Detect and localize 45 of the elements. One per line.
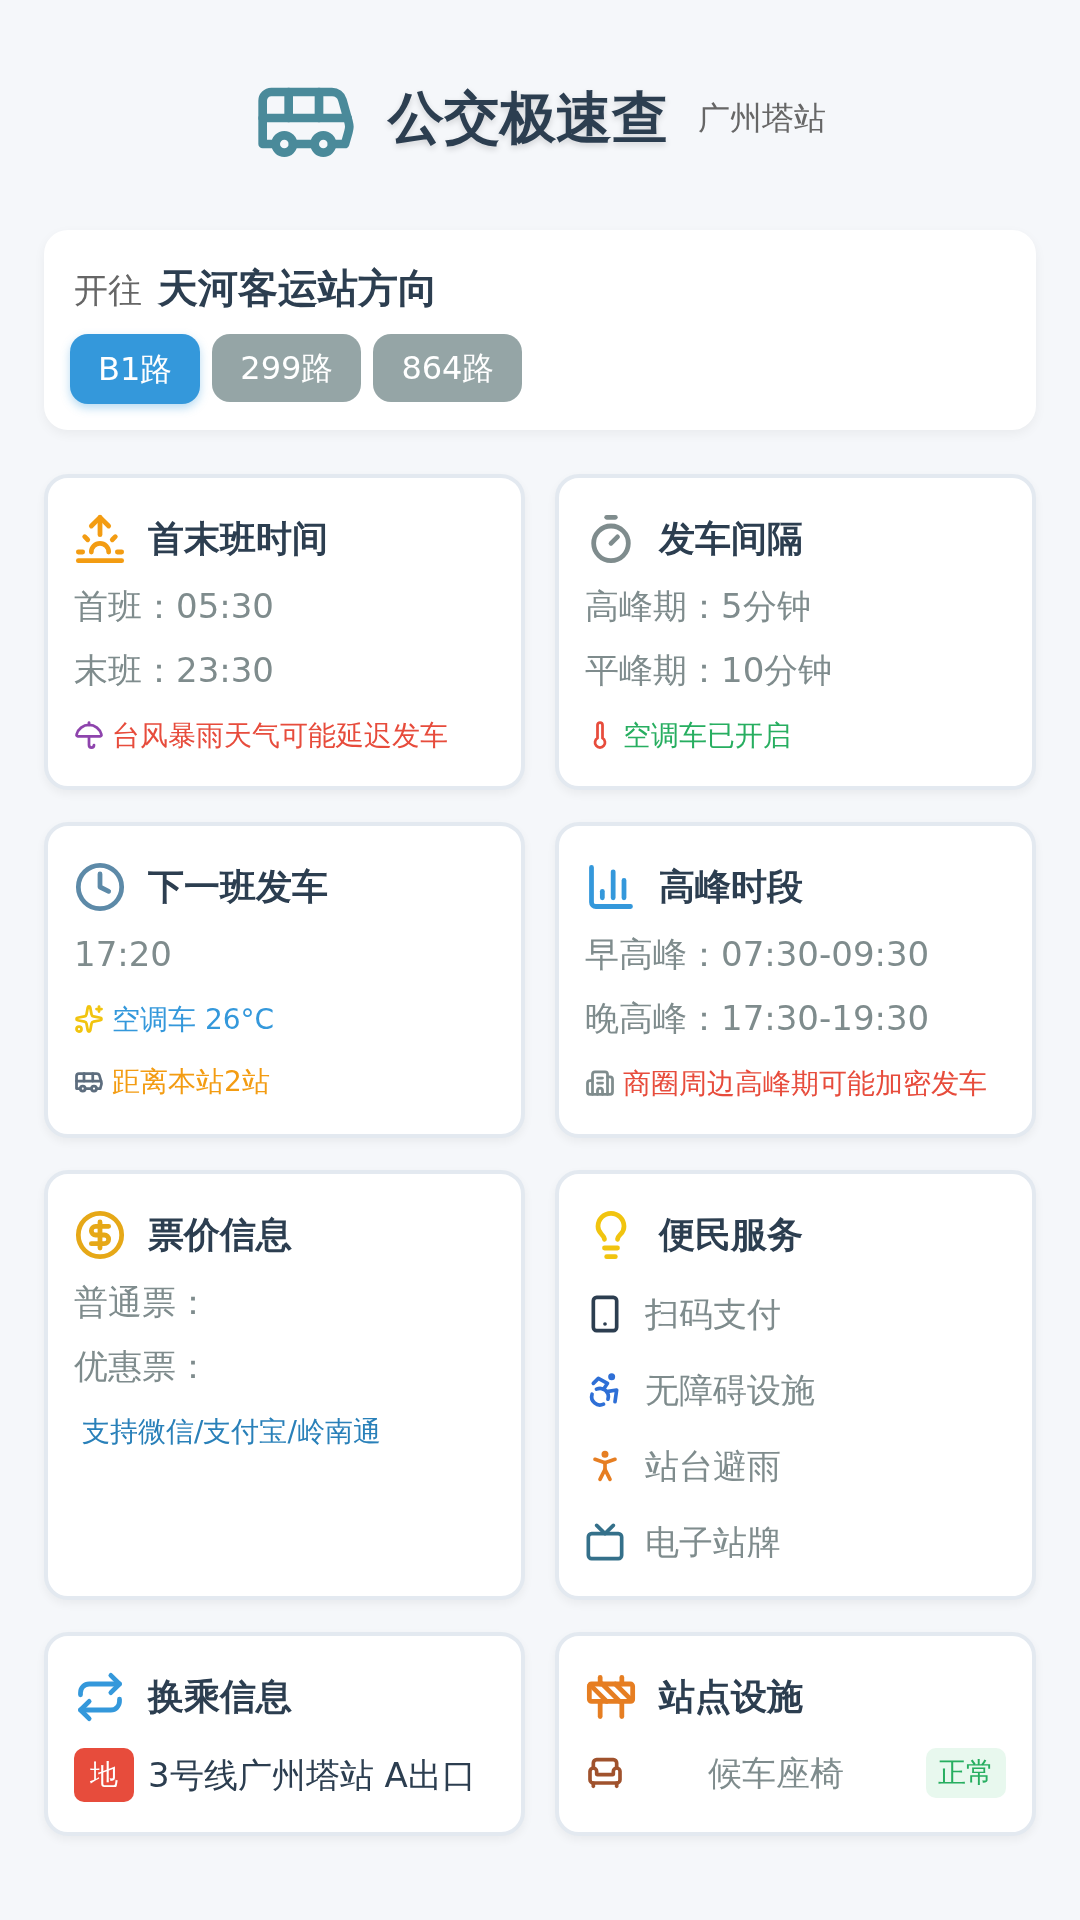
building-icon [585,1068,615,1098]
info-line: 优惠票： [74,1345,211,1388]
note-text: 台风暴雨天气可能延迟发车 [112,718,448,754]
info-line: 末班：23:30 [74,649,275,692]
facility-name: 候车座椅 [706,1752,845,1795]
card-title: 高峰时段 [659,865,803,909]
status-badge: 正常 [926,1748,1006,1798]
direction-prefix: 开往 [74,269,142,312]
note-text: 支持微信/支付宝/岭南通 [82,1414,381,1450]
clock-icon [74,861,126,913]
money-icon [74,1209,126,1261]
info-line: 普通票： [74,1281,211,1324]
info-line: 首班：05:30 [74,585,275,628]
umbrella-icon [74,720,104,750]
info-line: 早高峰：07:30-09:30 [585,933,931,976]
card-title: 便民服务 [659,1213,803,1257]
route-tab[interactable]: 864路 [373,334,523,402]
info-line: 晚高峰：17:30-19:30 [585,997,931,1040]
card-title: 发车间隔 [659,517,803,561]
note-text: 距离本站2站 [112,1064,270,1100]
card-title: 票价信息 [148,1213,292,1257]
tv-icon [585,1522,625,1562]
service-item: 无障碍设施 [645,1369,815,1412]
sparkles-icon [74,1004,104,1034]
info-line: 高峰期：5分钟 [585,585,812,628]
sunrise-icon [74,513,126,565]
metro-badge: 地 [74,1748,134,1802]
route-tab[interactable]: 299路 [212,334,362,402]
transfer-text: 3号线广州塔站 A出口 [148,1754,476,1797]
service-item: 扫码支付 [645,1293,781,1336]
service-item: 电子站牌 [645,1521,781,1564]
card-title: 首末班时间 [148,517,328,561]
note-text: 空调车 26°C [112,1002,275,1038]
route-tab[interactable]: B1路 [70,334,201,404]
card-title: 站点设施 [659,1675,803,1719]
note-text: 空调车已开启 [623,718,791,754]
station-name: 广州塔站 [698,98,826,139]
info-line: 平峰期：10分钟 [585,649,834,692]
destination: 天河客运站方向 [158,264,438,313]
info-line: 17:20 [74,933,173,976]
note-text: 商圈周边高峰期可能加密发车 [623,1066,987,1102]
card-title: 下一班发车 [148,865,328,909]
service-item: 站台避雨 [645,1445,781,1488]
app-title: 公交极速查 [388,84,668,152]
card-title: 换乘信息 [148,1675,292,1719]
